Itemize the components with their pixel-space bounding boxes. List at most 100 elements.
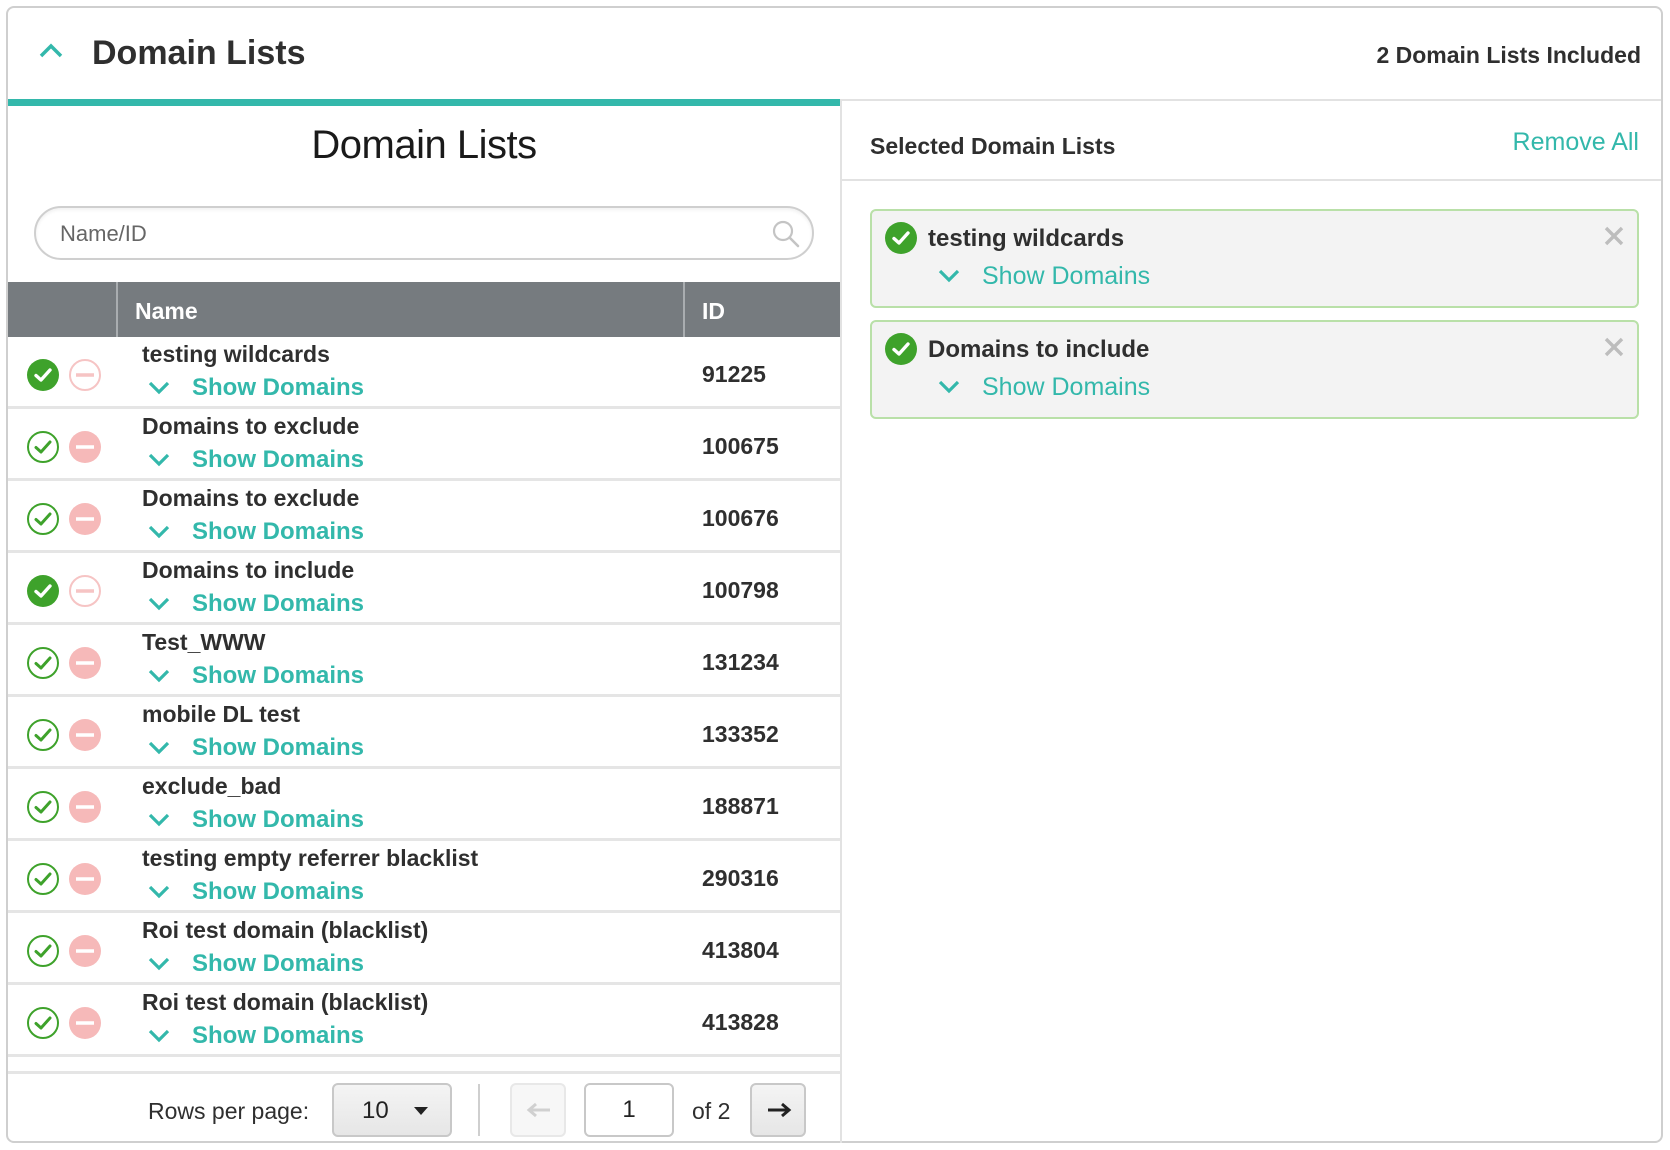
remove-icon[interactable] <box>1603 225 1625 247</box>
show-domains-toggle[interactable]: Show Domains <box>148 589 364 619</box>
table-row: Domains to exclude Show Domains 100676 <box>8 481 840 553</box>
domain-list-name: testing empty referrer blacklist <box>142 845 479 871</box>
table-header: Name ID <box>8 282 840 337</box>
table-row: mobile DL test Show Domains 133352 <box>8 697 840 769</box>
exclude-minus-icon[interactable] <box>68 934 102 968</box>
next-page-button[interactable] <box>750 1083 806 1137</box>
selected-list: testing wildcards Show Domains Domains t… <box>870 209 1639 431</box>
domain-list-id: 91225 <box>702 361 766 387</box>
include-check-icon[interactable] <box>26 574 60 608</box>
included-check-icon <box>885 222 917 254</box>
included-check-icon <box>885 333 917 365</box>
exclude-minus-icon[interactable] <box>68 430 102 464</box>
include-check-icon[interactable] <box>26 646 60 680</box>
selected-list-name: Domains to include <box>928 336 1150 363</box>
show-domains-toggle[interactable]: Show Domains <box>148 661 364 691</box>
rows-per-page-value: 10 <box>362 1097 389 1124</box>
show-domains-toggle[interactable]: Show Domains <box>148 805 364 835</box>
selected-panel-header: Selected Domain Lists Remove All <box>842 99 1661 181</box>
chevron-up-icon[interactable] <box>38 40 64 60</box>
show-domains-label: Show Domains <box>192 950 365 977</box>
domain-list-id: 100675 <box>702 433 779 459</box>
domain-list-name: Roi test domain (blacklist) <box>142 989 429 1015</box>
table-row: testing empty referrer blacklist Show Do… <box>8 841 840 913</box>
show-domains-toggle[interactable]: Show Domains <box>148 445 364 475</box>
included-count: 2 Domain Lists Included <box>1376 42 1641 68</box>
show-domains-toggle[interactable]: Show Domains <box>148 877 364 907</box>
remove-icon[interactable] <box>1603 336 1625 358</box>
exclude-minus-icon[interactable] <box>68 1006 102 1040</box>
exclude-minus-icon[interactable] <box>68 790 102 824</box>
table-row: Roi test domain (blacklist) Show Domains… <box>8 913 840 985</box>
show-domains-label: Show Domains <box>982 372 1151 401</box>
show-domains-toggle[interactable]: Show Domains <box>148 949 364 979</box>
domain-list-id: 413828 <box>702 1009 779 1035</box>
domain-list-id: 100798 <box>702 577 779 603</box>
include-check-icon[interactable] <box>26 1006 60 1040</box>
selected-panel-title: Selected Domain Lists <box>870 133 1116 159</box>
rows-per-page-select[interactable]: 10 <box>332 1083 452 1137</box>
section-title: Domain Lists <box>92 34 306 72</box>
search-box[interactable] <box>34 206 814 260</box>
domain-list-name: exclude_bad <box>142 773 282 799</box>
table-row: Roi test domain (blacklist) Show Domains… <box>8 985 840 1057</box>
show-domains-toggle[interactable]: Show Domains <box>938 370 1150 404</box>
table-row: testing wildcards Show Domains 91225 <box>8 337 840 409</box>
previous-page-button[interactable] <box>510 1083 566 1137</box>
show-domains-toggle[interactable]: Show Domains <box>148 517 364 547</box>
chevron-down-icon <box>148 669 170 683</box>
show-domains-label: Show Domains <box>192 734 365 761</box>
include-check-icon[interactable] <box>26 358 60 392</box>
domain-list-id: 290316 <box>702 865 779 891</box>
exclude-minus-icon[interactable] <box>68 646 102 680</box>
show-domains-label: Show Domains <box>192 1022 365 1049</box>
section-header[interactable]: Domain Lists 2 Domain Lists Included <box>8 8 1661 101</box>
page-number-input[interactable] <box>584 1083 674 1137</box>
arrow-right-icon <box>768 1102 792 1118</box>
exclude-minus-icon[interactable] <box>68 862 102 896</box>
column-divider <box>683 282 685 337</box>
show-domains-label: Show Domains <box>192 374 365 401</box>
remove-all-button[interactable]: Remove All <box>1513 128 1639 157</box>
exclude-minus-icon[interactable] <box>68 718 102 752</box>
include-check-icon[interactable] <box>26 430 60 464</box>
domain-list-name: mobile DL test <box>142 701 301 727</box>
search-icon[interactable] <box>772 220 800 248</box>
caret-down-icon <box>414 1107 428 1115</box>
chevron-down-icon <box>148 597 170 611</box>
selected-list-name: testing wildcards <box>928 225 1125 252</box>
pagination-divider <box>478 1084 480 1136</box>
domain-list-name: Roi test domain (blacklist) <box>142 917 429 943</box>
show-domains-toggle[interactable]: Show Domains <box>938 259 1150 293</box>
domain-list-id: 100676 <box>702 505 779 531</box>
exclude-minus-icon[interactable] <box>68 502 102 536</box>
chevron-down-icon <box>148 381 170 395</box>
chevron-down-icon <box>148 525 170 539</box>
domain-list-name: Domains to include <box>142 557 355 583</box>
include-check-icon[interactable] <box>26 862 60 896</box>
show-domains-label: Show Domains <box>192 662 365 689</box>
domain-list-id: 133352 <box>702 721 779 747</box>
search-input[interactable] <box>58 208 742 260</box>
column-header-name[interactable]: Name <box>135 282 198 337</box>
column-divider <box>116 282 118 337</box>
domain-lists-panel: Domain Lists Name ID testing wildcards S… <box>8 99 840 1143</box>
domain-list-name: Domains to exclude <box>142 485 360 511</box>
show-domains-label: Show Domains <box>982 261 1151 290</box>
column-header-id[interactable]: ID <box>702 282 725 337</box>
chevron-down-icon <box>148 885 170 899</box>
exclude-minus-icon[interactable] <box>68 358 102 392</box>
show-domains-toggle[interactable]: Show Domains <box>148 373 364 403</box>
include-check-icon[interactable] <box>26 790 60 824</box>
show-domains-toggle[interactable]: Show Domains <box>148 1021 364 1051</box>
include-check-icon[interactable] <box>26 718 60 752</box>
chevron-down-icon <box>938 380 960 394</box>
include-check-icon[interactable] <box>26 934 60 968</box>
active-panel-indicator <box>8 99 840 106</box>
table-row: Domains to exclude Show Domains 100675 <box>8 409 840 481</box>
show-domains-toggle[interactable]: Show Domains <box>148 733 364 763</box>
rows-per-page-label: Rows per page: <box>148 1098 310 1124</box>
domain-list-id: 188871 <box>702 793 779 819</box>
exclude-minus-icon[interactable] <box>68 574 102 608</box>
include-check-icon[interactable] <box>26 502 60 536</box>
